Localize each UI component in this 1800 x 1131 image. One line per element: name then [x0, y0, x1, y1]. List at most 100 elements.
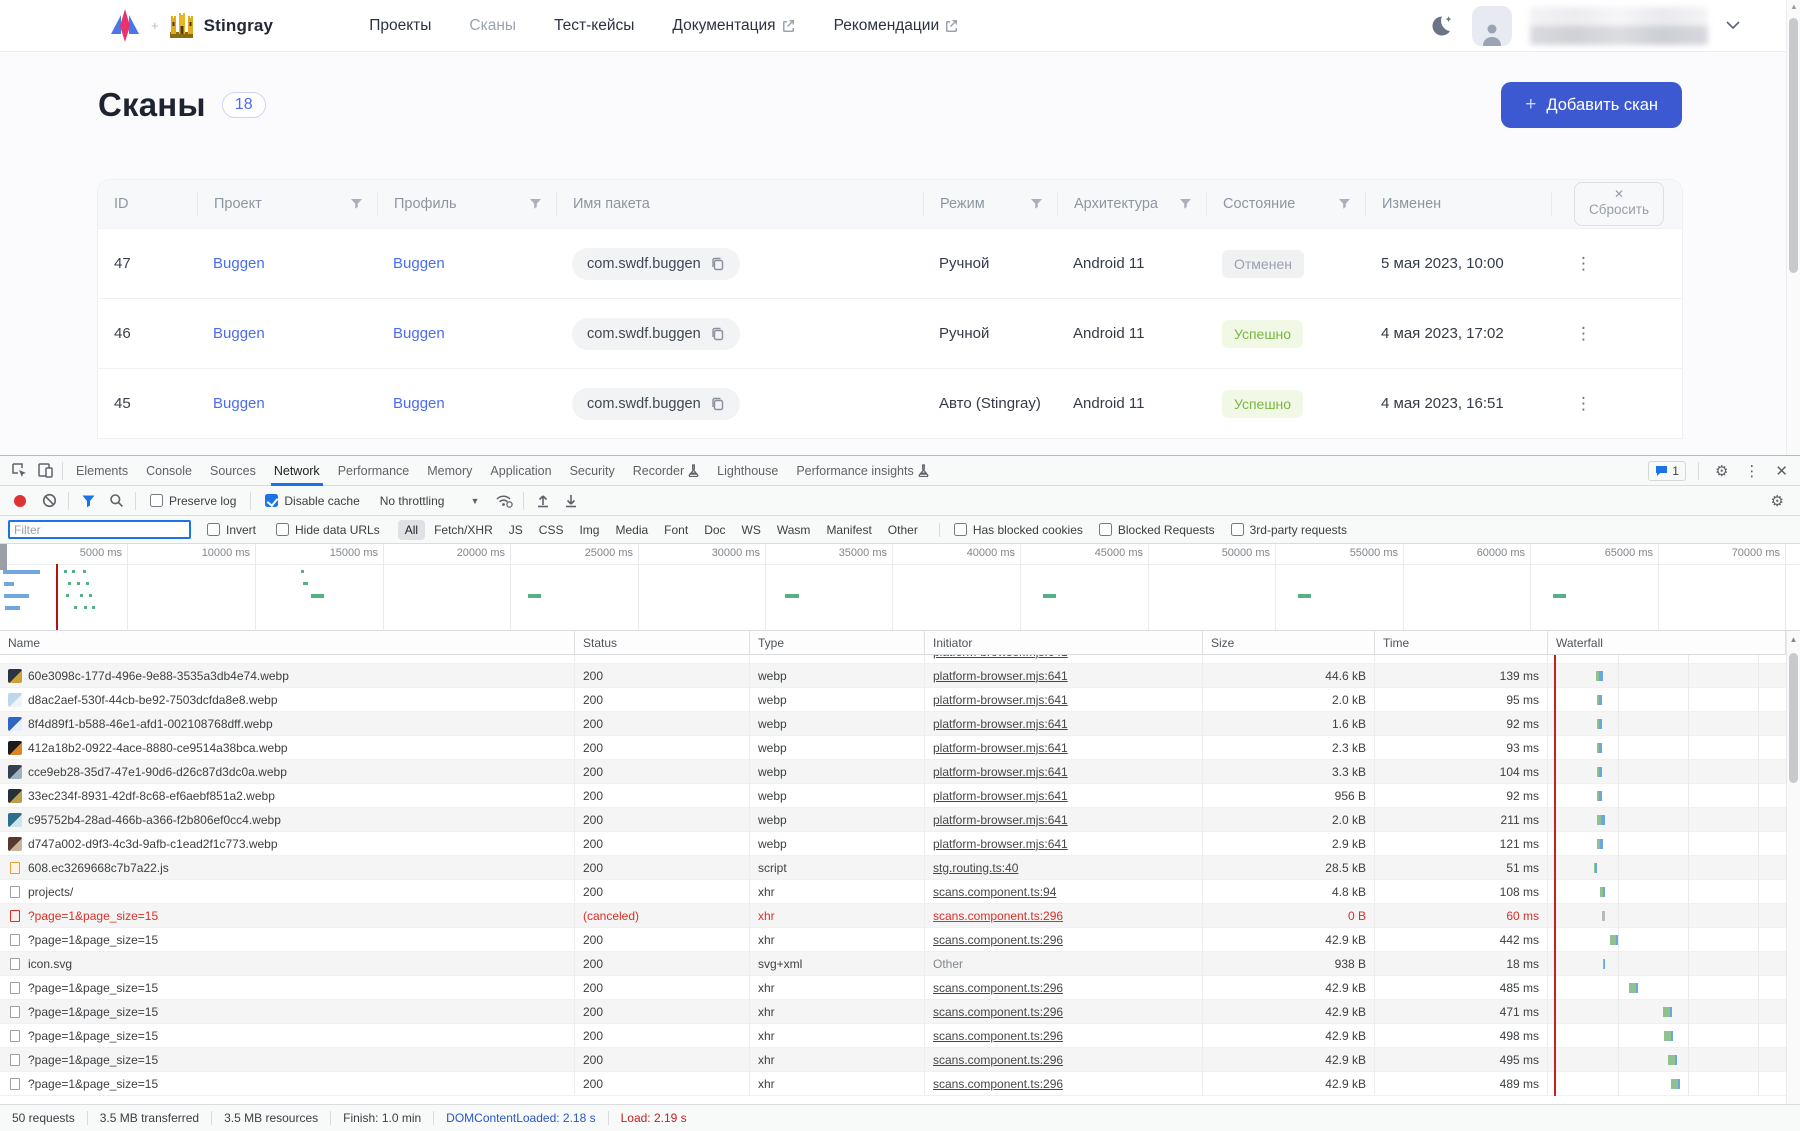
network-request-row[interactable]: ?page=1&page_size=15200xhrscans.componen…	[0, 1048, 1786, 1072]
table-row[interactable]: 47BuggenBuggencom.swdf.buggenРучнойAndro…	[98, 228, 1682, 298]
export-har-icon[interactable]	[558, 489, 584, 513]
preserve-log-checkbox[interactable]: Preserve log	[150, 494, 236, 508]
network-request-row[interactable]: ?page=1&page_size=15200xhrscans.componen…	[0, 1072, 1786, 1096]
network-settings-gear-icon[interactable]: ⚙	[1767, 492, 1794, 510]
network-request-row[interactable]: d747a002-d9f3-4c3d-9afb-c1ead2f1c773.web…	[0, 832, 1786, 856]
copy-icon[interactable]	[710, 326, 725, 341]
chevron-down-icon[interactable]	[1726, 21, 1740, 30]
type-chip-other[interactable]: Other	[881, 520, 925, 540]
initiator-link[interactable]: platform-browser.mjs:641	[933, 717, 1068, 731]
type-chip-manifest[interactable]: Manifest	[819, 520, 878, 540]
network-request-row[interactable]: ?page=1&page_size=15200xhrscans.componen…	[0, 976, 1786, 1000]
network-request-row[interactable]: c95752b4-28ad-466b-a366-f2b806ef0cc4.web…	[0, 808, 1786, 832]
type-chip-font[interactable]: Font	[657, 520, 695, 540]
network-request-row[interactable]: ?page=1&page_size=15(canceled)xhrscans.c…	[0, 904, 1786, 928]
add-scan-button[interactable]: + Добавить скан	[1501, 82, 1682, 128]
device-toolbar-icon[interactable]	[32, 459, 58, 483]
nav-item-1[interactable]: Проекты	[369, 17, 431, 35]
network-scrollbar-thumb[interactable]	[1789, 653, 1798, 783]
tab-performance-insights[interactable]: Performance insights	[787, 456, 937, 486]
network-request-row[interactable]: ?page=1&page_size=15200xhrscans.componen…	[0, 1024, 1786, 1048]
tab-network[interactable]: Network	[265, 456, 329, 486]
initiator-link[interactable]: platform-browser.mjs:641	[933, 789, 1068, 803]
import-har-icon[interactable]	[530, 489, 556, 513]
type-chip-wasm[interactable]: Wasm	[770, 520, 818, 540]
network-request-row[interactable]: 412a18b2-0922-4ace-8880-ce9514a38bca.web…	[0, 736, 1786, 760]
devtools-menu-kebab-icon[interactable]: ⋮	[1740, 462, 1763, 480]
initiator-link[interactable]: scans.component.ts:296	[933, 981, 1063, 995]
tab-security[interactable]: Security	[561, 456, 624, 486]
project-link[interactable]: Buggen	[213, 325, 265, 342]
network-scrollbar[interactable]: ▲	[1786, 631, 1800, 1104]
throttling-select[interactable]: No throttling ▼	[380, 494, 480, 508]
devtools-close-icon[interactable]: ✕	[1771, 462, 1792, 480]
copy-icon[interactable]	[710, 396, 725, 411]
type-chip-img[interactable]: Img	[572, 520, 606, 540]
type-chip-ws[interactable]: WS	[735, 520, 768, 540]
tab-application[interactable]: Application	[481, 456, 560, 486]
tab-memory[interactable]: Memory	[418, 456, 481, 486]
inspect-element-icon[interactable]	[6, 459, 32, 483]
profile-link[interactable]: Buggen	[393, 255, 445, 272]
net-column-status[interactable]: Status	[575, 631, 750, 655]
brand-block[interactable]: + Stingray	[108, 8, 273, 44]
devtools-settings-gear-icon[interactable]: ⚙	[1711, 462, 1732, 480]
filter-checkbox-blocked-requests[interactable]: Blocked Requests	[1099, 523, 1215, 537]
net-column-time[interactable]: Time	[1375, 631, 1548, 655]
initiator-link[interactable]: scans.component.ts:296	[933, 1029, 1063, 1043]
filter-checkbox-3rd-party-requests[interactable]: 3rd-party requests	[1231, 523, 1347, 537]
initiator-link[interactable]: scans.component.ts:296	[933, 1077, 1063, 1091]
filter-funnel-icon[interactable]	[350, 198, 363, 210]
filter-funnel-icon[interactable]	[75, 489, 101, 513]
initiator-link[interactable]: scans.component.ts:296	[933, 1005, 1063, 1019]
network-scroll-up-arrow[interactable]: ▲	[1787, 635, 1800, 644]
tab-elements[interactable]: Elements	[67, 456, 137, 486]
type-chip-media[interactable]: Media	[608, 520, 655, 540]
type-chip-js[interactable]: JS	[502, 520, 530, 540]
hide-data-urls-checkbox[interactable]: Hide data URLs	[276, 523, 380, 537]
profile-link[interactable]: Buggen	[393, 325, 445, 342]
initiator-link[interactable]: platform-browser.mjs:641	[933, 655, 1068, 659]
initiator-link[interactable]: platform-browser.mjs:641	[933, 765, 1068, 779]
tab-performance[interactable]: Performance	[329, 456, 419, 486]
network-request-row[interactable]: ?page=1&page_size=15200xhrscans.componen…	[0, 928, 1786, 952]
network-request-row[interactable]: icon.svg200svg+xmlOther938 B18 ms	[0, 952, 1786, 976]
network-request-row[interactable]: ?page=1&page_size=15200xhrscans.componen…	[0, 1000, 1786, 1024]
network-request-row[interactable]: 608.ec3269668c7b7a22.js200scriptstg.rout…	[0, 856, 1786, 880]
initiator-link[interactable]: platform-browser.mjs:641	[933, 837, 1068, 851]
table-row[interactable]: 45BuggenBuggencom.swdf.buggenАвто (Sting…	[98, 368, 1682, 438]
checkbox-checked[interactable]	[265, 494, 278, 507]
row-kebab-menu-icon[interactable]: ⋮	[1567, 250, 1600, 277]
nav-item-4[interactable]: Документация	[672, 17, 795, 35]
network-filter-input[interactable]	[8, 520, 191, 539]
filter-funnel-icon[interactable]	[529, 198, 542, 210]
initiator-link[interactable]: platform-browser.mjs:641	[933, 669, 1068, 683]
scroll-up-arrow[interactable]: ▲	[1787, 2, 1800, 11]
initiator-link[interactable]: scans.component.ts:296	[933, 909, 1063, 923]
net-column-waterfall[interactable]: Waterfall	[1548, 631, 1786, 655]
page-scrollbar[interactable]: ▲	[1786, 0, 1800, 455]
type-chip-all[interactable]: All	[398, 520, 425, 540]
net-column-size[interactable]: Size	[1203, 631, 1375, 655]
type-chip-fetch-xhr[interactable]: Fetch/XHR	[427, 520, 500, 540]
initiator-link[interactable]: scans.component.ts:94	[933, 885, 1056, 899]
network-request-row[interactable]: d8ac2aef-530f-44cb-be92-7503dcfda8e8.web…	[0, 688, 1786, 712]
project-link[interactable]: Buggen	[213, 255, 265, 272]
profile-link[interactable]: Buggen	[393, 395, 445, 412]
network-request-row[interactable]: 33ec234f-8931-42df-8c68-ef6aebf851a2.web…	[0, 784, 1786, 808]
clear-network-log-icon[interactable]	[36, 489, 62, 513]
record-network-log-button[interactable]	[14, 495, 26, 507]
page-scrollbar-thumb[interactable]	[1789, 18, 1798, 273]
dark-mode-toggle-icon[interactable]	[1428, 13, 1454, 39]
net-column-name[interactable]: Name	[0, 631, 575, 655]
type-chip-css[interactable]: CSS	[532, 520, 571, 540]
tab-lighthouse[interactable]: Lighthouse	[708, 456, 787, 486]
disable-cache-checkbox[interactable]: Disable cache	[265, 494, 359, 508]
tab-recorder[interactable]: Recorder	[624, 456, 708, 486]
network-conditions-icon[interactable]	[491, 489, 517, 513]
initiator-link[interactable]: platform-browser.mjs:641	[933, 693, 1068, 707]
row-kebab-menu-icon[interactable]: ⋮	[1567, 390, 1600, 417]
network-overview-timeline[interactable]: 5000 ms10000 ms15000 ms20000 ms25000 ms3…	[0, 544, 1800, 631]
initiator-link[interactable]: platform-browser.mjs:641	[933, 813, 1068, 827]
filter-checkbox-has-blocked-cookies[interactable]: Has blocked cookies	[954, 523, 1083, 537]
